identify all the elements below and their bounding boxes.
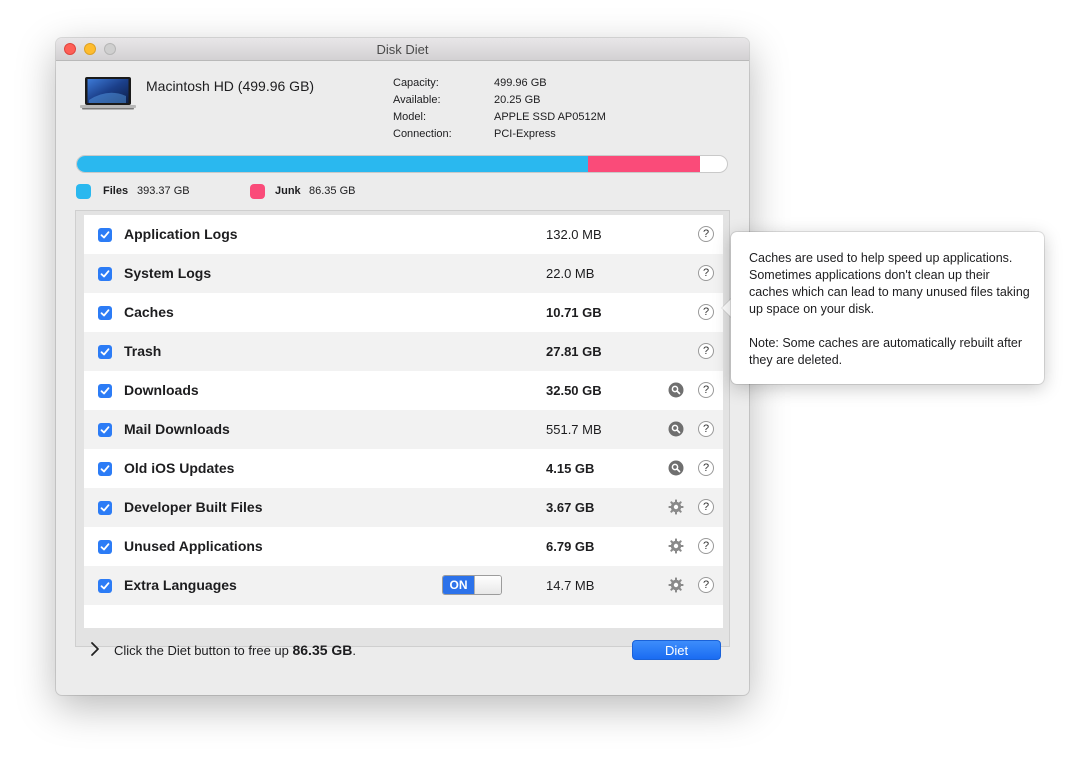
junk-legend-swatch <box>250 184 265 199</box>
list-item[interactable]: Caches 10.71 GB? <box>84 293 723 332</box>
app-window: Disk Diet Macintosh HD (499.96 GB) Capac… <box>56 38 749 695</box>
magnifier-icon[interactable] <box>668 421 684 437</box>
item-label: System Logs <box>124 265 212 281</box>
disk-name: Macintosh HD (499.96 GB) <box>146 78 315 94</box>
footer-free-amount: 86.35 GB <box>292 642 353 658</box>
item-size: 132.0 MB <box>546 227 602 242</box>
list-item[interactable]: Application Logs 132.0 MB? <box>84 215 723 254</box>
list-item[interactable]: Extra Languages ON 14.7 MB? <box>84 566 723 605</box>
model-value: APPLE SSD AP0512M <box>494 111 606 123</box>
item-label: Application Logs <box>124 226 238 242</box>
junk-list-panel: Application Logs 132.0 MB? System Logs 22.0… <box>75 210 730 647</box>
popover-paragraph-1: Caches are used to help speed up applica… <box>749 251 1030 316</box>
item-size: 32.50 GB <box>546 383 602 398</box>
item-label: Unused Applications <box>124 538 263 554</box>
title-bar: Disk Diet <box>56 38 749 61</box>
languages-toggle[interactable]: ON <box>442 575 502 595</box>
files-legend-value: 393.37 GB <box>137 185 190 197</box>
junk-usage-segment <box>588 156 700 172</box>
list-item[interactable]: Mail Downloads 551.7 MB? <box>84 410 723 449</box>
help-popover: Caches are used to help speed up applica… <box>731 232 1044 384</box>
help-button[interactable]: ? <box>698 226 714 242</box>
item-label: Mail Downloads <box>124 421 230 437</box>
gear-icon[interactable] <box>668 538 684 554</box>
list-item[interactable]: Old iOS Updates 4.15 GB? <box>84 449 723 488</box>
toggle-knob[interactable] <box>474 576 501 594</box>
list-item[interactable]: System Logs 22.0 MB? <box>84 254 723 293</box>
item-checkbox[interactable] <box>98 228 112 242</box>
files-legend-label: Files <box>103 185 129 197</box>
junk-legend-label: Junk <box>275 185 301 197</box>
connection-label: Connection: <box>393 128 452 140</box>
capacity-label: Capacity: <box>393 77 439 89</box>
footer-message: Click the Diet button to free up 86.35 G… <box>114 642 356 658</box>
item-checkbox[interactable] <box>98 267 112 281</box>
magnifier-icon[interactable] <box>668 382 684 398</box>
help-button[interactable]: ? <box>698 304 714 320</box>
footer-message-suffix: . <box>352 643 357 658</box>
window-title: Disk Diet <box>376 42 429 57</box>
junk-category-list[interactable]: Application Logs 132.0 MB? System Logs 22.0… <box>84 215 723 628</box>
help-button[interactable]: ? <box>698 421 714 437</box>
model-label: Model: <box>393 111 427 123</box>
list-item[interactable]: Trash 27.81 GB? <box>84 332 723 371</box>
gear-icon[interactable] <box>668 499 684 515</box>
help-button[interactable]: ? <box>698 382 714 398</box>
available-value: 20.25 GB <box>494 94 541 106</box>
help-button[interactable]: ? <box>698 577 714 593</box>
item-size: 4.15 GB <box>546 461 595 476</box>
magnifier-icon[interactable] <box>668 460 684 476</box>
connection-value: PCI-Express <box>494 128 556 140</box>
available-label: Available: <box>393 94 441 106</box>
files-legend-swatch <box>76 184 91 199</box>
item-size: 3.67 GB <box>546 500 595 515</box>
laptop-icon <box>80 77 136 110</box>
disk-usage-bar <box>76 155 728 173</box>
files-usage-segment <box>77 156 588 172</box>
item-checkbox[interactable] <box>98 579 112 593</box>
item-size: 10.71 GB <box>546 305 602 320</box>
gear-icon[interactable] <box>668 577 684 593</box>
item-checkbox[interactable] <box>98 501 112 515</box>
list-item[interactable]: Developer Built Files 3.67 GB? <box>84 488 723 527</box>
item-size: 6.79 GB <box>546 539 595 554</box>
popover-paragraph-2: Note: Some caches are automatically rebu… <box>749 336 1023 367</box>
item-label: Developer Built Files <box>124 499 263 515</box>
list-item[interactable]: Downloads 32.50 GB? <box>84 371 723 410</box>
item-label: Extra Languages <box>124 577 237 593</box>
item-label: Downloads <box>124 382 199 398</box>
help-button[interactable]: ? <box>698 343 714 359</box>
item-label: Trash <box>124 343 162 359</box>
item-checkbox[interactable] <box>98 306 112 320</box>
item-checkbox[interactable] <box>98 423 112 437</box>
chevron-right-icon[interactable] <box>89 641 101 657</box>
toggle-on-label: ON <box>443 576 474 594</box>
item-checkbox[interactable] <box>98 345 112 359</box>
help-button[interactable]: ? <box>698 265 714 281</box>
item-size: 14.7 MB <box>546 578 595 593</box>
help-button[interactable]: ? <box>698 538 714 554</box>
item-size: 27.81 GB <box>546 344 602 359</box>
footer-message-prefix: Click the Diet button to free up <box>114 643 293 658</box>
item-checkbox[interactable] <box>98 462 112 476</box>
popover-text: Caches are used to help speed up applica… <box>749 250 1031 386</box>
list-item[interactable]: Unused Applications 6.79 GB? <box>84 527 723 566</box>
help-button[interactable]: ? <box>698 460 714 476</box>
junk-legend-value: 86.35 GB <box>309 185 356 197</box>
item-checkbox[interactable] <box>98 384 112 398</box>
item-checkbox[interactable] <box>98 540 112 554</box>
item-label: Caches <box>124 304 174 320</box>
item-size: 551.7 MB <box>546 422 602 437</box>
diet-button[interactable]: Diet <box>632 640 721 660</box>
item-label: Old iOS Updates <box>124 460 235 476</box>
help-button[interactable]: ? <box>698 499 714 515</box>
capacity-value: 499.96 GB <box>494 77 547 89</box>
item-size: 22.0 MB <box>546 266 595 281</box>
